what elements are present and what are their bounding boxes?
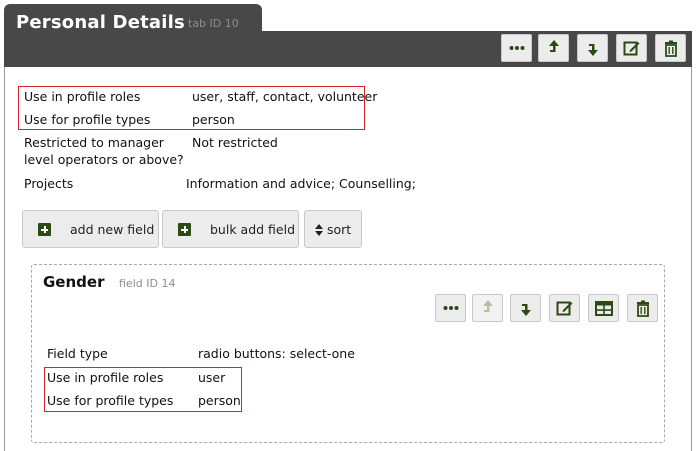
field-table-button[interactable] bbox=[588, 294, 619, 322]
highlight-box bbox=[18, 86, 365, 130]
more-icon bbox=[509, 46, 524, 50]
delete-button[interactable] bbox=[655, 34, 686, 62]
bulk-add-field-button[interactable]: bulk add field bbox=[162, 210, 299, 248]
more-icon bbox=[443, 306, 458, 310]
plus-icon bbox=[38, 223, 51, 236]
edit-icon bbox=[623, 41, 639, 56]
field-highlight-box bbox=[44, 367, 242, 412]
field-type-value: radio buttons: select-one bbox=[198, 346, 355, 361]
edit-icon bbox=[556, 301, 572, 316]
add-new-field-label: add new field bbox=[70, 222, 155, 237]
projects-value: Information and advice; Counselling; bbox=[186, 176, 416, 191]
move-up-icon bbox=[482, 300, 493, 312]
sort-label: sort bbox=[327, 222, 352, 237]
sort-button[interactable]: sort bbox=[304, 210, 362, 248]
restricted-value: Not restricted bbox=[192, 135, 278, 150]
edit-button[interactable] bbox=[616, 34, 647, 62]
sort-icon bbox=[315, 224, 323, 236]
field-edit-button[interactable] bbox=[549, 294, 580, 322]
field-move-down-button[interactable] bbox=[510, 294, 541, 322]
move-down-button[interactable] bbox=[577, 34, 608, 62]
move-down-icon bbox=[587, 44, 598, 56]
field-more-button[interactable] bbox=[435, 294, 466, 322]
field-type-label: Field type bbox=[47, 346, 108, 361]
field-move-up-button[interactable] bbox=[472, 294, 503, 322]
move-down-icon bbox=[520, 304, 531, 316]
delete-icon bbox=[664, 40, 677, 57]
field-delete-button[interactable] bbox=[627, 294, 658, 322]
tab-title: Personal Details bbox=[16, 12, 185, 33]
projects-label: Projects bbox=[24, 176, 74, 191]
more-button[interactable] bbox=[501, 34, 532, 62]
field-title: Gender bbox=[43, 273, 105, 291]
bulk-add-field-label: bulk add field bbox=[210, 222, 296, 237]
restricted-label-line1: Restricted to manager bbox=[24, 135, 164, 150]
tab-id: tab ID 10 bbox=[188, 17, 239, 30]
plus-icon bbox=[178, 223, 191, 236]
move-up-button[interactable] bbox=[538, 34, 569, 62]
field-id: field ID 14 bbox=[119, 277, 176, 290]
table-icon bbox=[594, 300, 613, 316]
delete-icon bbox=[636, 300, 649, 317]
restricted-label-line2: level operators or above? bbox=[24, 152, 184, 167]
add-new-field-button[interactable]: add new field bbox=[22, 210, 159, 248]
move-up-icon bbox=[548, 40, 559, 52]
